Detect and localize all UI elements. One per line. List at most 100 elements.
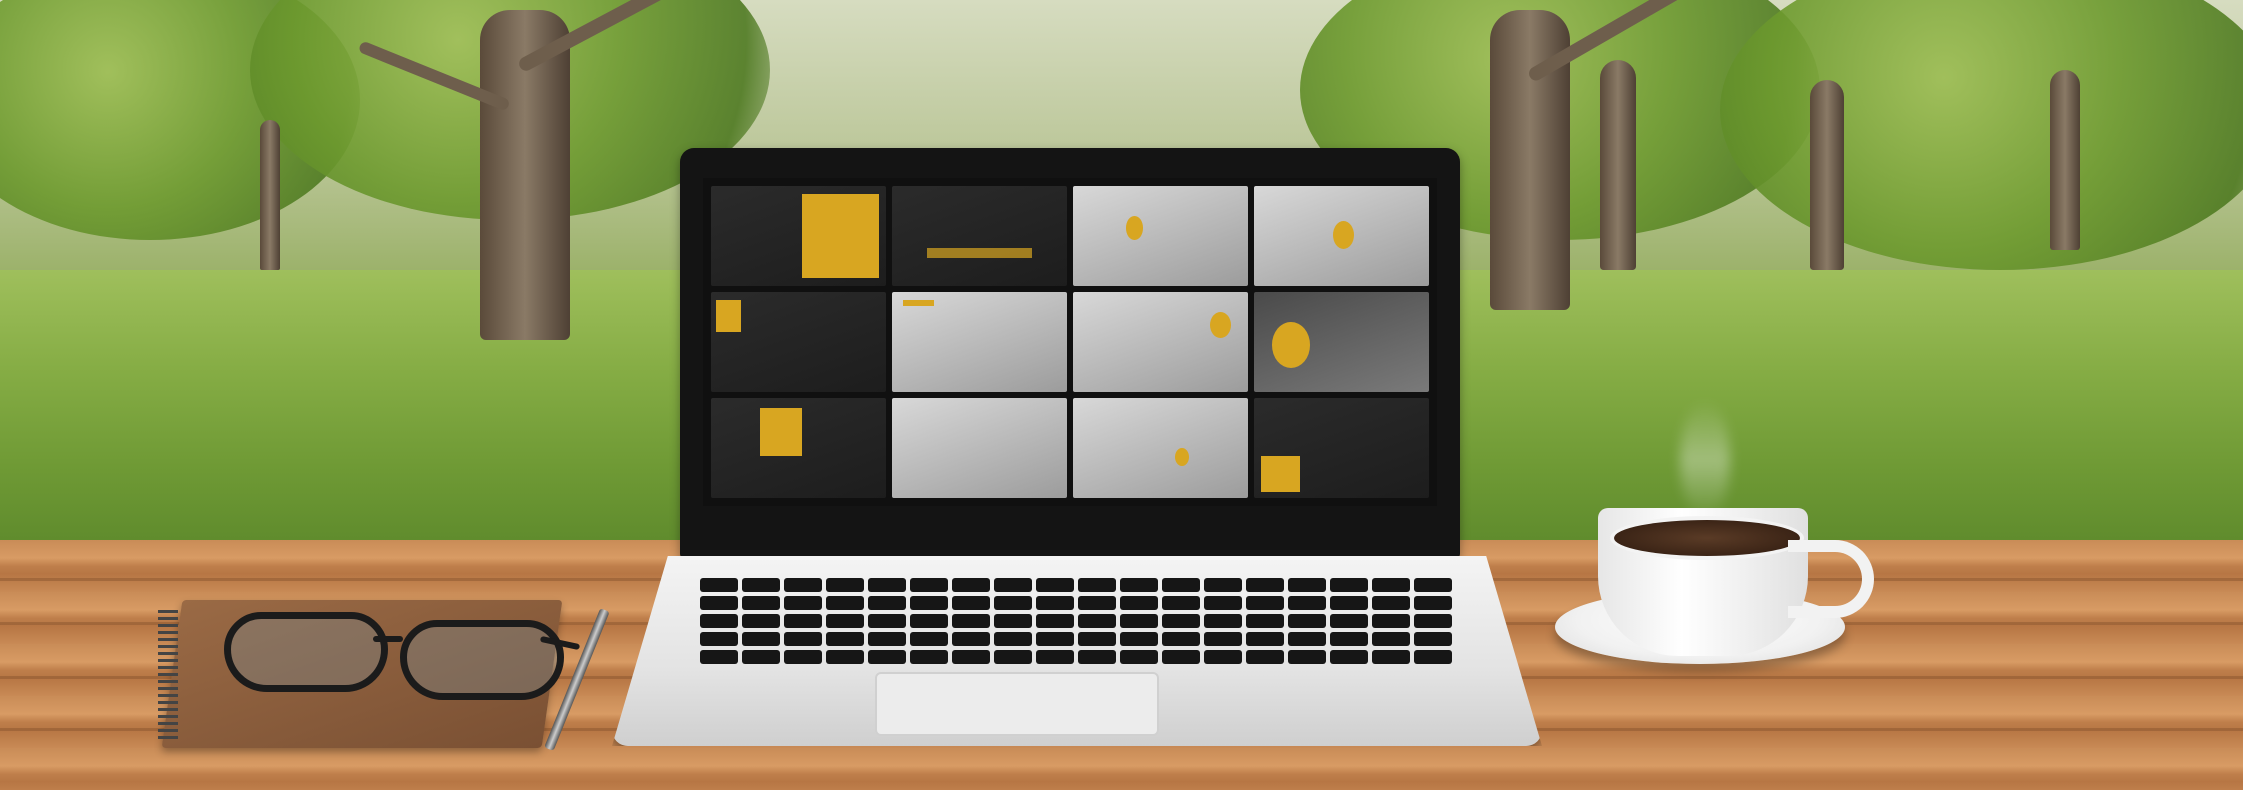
keyboard-key bbox=[910, 596, 948, 610]
keyboard-key bbox=[952, 632, 990, 646]
keyboard-key bbox=[1162, 578, 1200, 592]
keyboard-key bbox=[1162, 596, 1200, 610]
slide-accent bbox=[1125, 216, 1143, 240]
keyboard-key bbox=[1414, 614, 1452, 628]
keyboard-key bbox=[910, 614, 948, 628]
keyboard-key bbox=[742, 578, 780, 592]
slide-thumbnail[interactable] bbox=[892, 292, 1067, 392]
slide-thumbnail[interactable] bbox=[892, 398, 1067, 498]
slide-accent bbox=[760, 408, 802, 456]
keyboard-key bbox=[784, 596, 822, 610]
keyboard-key bbox=[1204, 632, 1242, 646]
keyboard-key bbox=[784, 632, 822, 646]
keyboard-key bbox=[952, 614, 990, 628]
slide-thumbnail[interactable] bbox=[1254, 186, 1429, 286]
keyboard-key bbox=[700, 650, 738, 664]
keyboard-key bbox=[826, 632, 864, 646]
keyboard-key bbox=[952, 596, 990, 610]
keyboard-key bbox=[1330, 614, 1368, 628]
keyboard-key bbox=[1120, 614, 1158, 628]
keyboard-key bbox=[1288, 578, 1326, 592]
laptop-screen bbox=[703, 178, 1437, 506]
keyboard-key bbox=[826, 596, 864, 610]
keyboard-key bbox=[868, 578, 906, 592]
keyboard-key bbox=[1330, 650, 1368, 664]
keyboard-key bbox=[1120, 578, 1158, 592]
keyboard-key bbox=[1120, 650, 1158, 664]
keyboard-key bbox=[1078, 614, 1116, 628]
keyboard-key bbox=[868, 632, 906, 646]
slide-thumbnail[interactable] bbox=[711, 186, 886, 286]
keyboard-key bbox=[868, 596, 906, 610]
keyboard-key bbox=[1162, 614, 1200, 628]
desk-scene bbox=[0, 0, 2243, 790]
slide-thumbnail[interactable] bbox=[1073, 292, 1248, 392]
keyboard-key bbox=[742, 632, 780, 646]
slide-thumbnail[interactable] bbox=[1073, 398, 1248, 498]
slide-accent bbox=[902, 300, 934, 306]
coffee bbox=[1610, 516, 1804, 560]
keyboard-key bbox=[1288, 632, 1326, 646]
keyboard-key bbox=[1330, 596, 1368, 610]
keyboard-key bbox=[910, 632, 948, 646]
keyboard-key bbox=[1078, 632, 1116, 646]
keyboard-key bbox=[742, 596, 780, 610]
keyboard-key bbox=[994, 650, 1032, 664]
slide-thumbnail[interactable] bbox=[1254, 292, 1429, 392]
cup-handle bbox=[1788, 540, 1874, 618]
slide-thumbnail[interactable] bbox=[1073, 186, 1248, 286]
slide-accent bbox=[716, 300, 741, 332]
keyboard-key bbox=[742, 650, 780, 664]
keyboard-key bbox=[1204, 578, 1242, 592]
keyboard-key bbox=[1414, 578, 1452, 592]
keyboard-key bbox=[1288, 596, 1326, 610]
keyboard-key bbox=[1330, 578, 1368, 592]
keyboard-key bbox=[1372, 578, 1410, 592]
slide-accent bbox=[927, 248, 1032, 258]
keyboard-key bbox=[1036, 578, 1074, 592]
keyboard-key bbox=[1204, 650, 1242, 664]
keyboard-key bbox=[1246, 632, 1284, 646]
keyboard-key bbox=[1372, 650, 1410, 664]
keyboard-key bbox=[1036, 614, 1074, 628]
laptop-keyboard bbox=[700, 578, 1452, 664]
keyboard-key bbox=[1246, 614, 1284, 628]
slide-thumbnail[interactable] bbox=[1254, 398, 1429, 498]
slide-thumbnail[interactable] bbox=[711, 398, 886, 498]
keyboard-key bbox=[1414, 596, 1452, 610]
keyboard-key bbox=[868, 614, 906, 628]
keyboard-key bbox=[994, 578, 1032, 592]
slide-accent bbox=[1209, 312, 1231, 338]
keyboard-key bbox=[784, 650, 822, 664]
tree-trunk bbox=[260, 120, 280, 270]
keyboard-key bbox=[1120, 596, 1158, 610]
laptop-trackpad[interactable] bbox=[875, 672, 1159, 736]
keyboard-key bbox=[1246, 650, 1284, 664]
keyboard-key bbox=[1120, 632, 1158, 646]
keyboard-key bbox=[1372, 614, 1410, 628]
keyboard-key bbox=[700, 596, 738, 610]
keyboard-key bbox=[700, 614, 738, 628]
keyboard-key bbox=[1330, 632, 1368, 646]
keyboard-key bbox=[994, 596, 1032, 610]
keyboard-key bbox=[868, 650, 906, 664]
keyboard-key bbox=[826, 578, 864, 592]
keyboard-key bbox=[700, 632, 738, 646]
tree-trunk bbox=[1600, 60, 1636, 270]
slide-thumbnail[interactable] bbox=[892, 186, 1067, 286]
slide-thumbnail[interactable] bbox=[711, 292, 886, 392]
keyboard-key bbox=[1204, 614, 1242, 628]
slide-accent bbox=[1261, 456, 1300, 492]
keyboard-key bbox=[1036, 596, 1074, 610]
slide-accent bbox=[802, 194, 879, 278]
keyboard-key bbox=[1036, 650, 1074, 664]
slide-accent bbox=[1332, 221, 1354, 249]
keyboard-key bbox=[1078, 596, 1116, 610]
glasses-bridge bbox=[373, 636, 403, 642]
keyboard-key bbox=[1246, 596, 1284, 610]
tree-trunk bbox=[1810, 80, 1844, 270]
keyboard-key bbox=[1078, 650, 1116, 664]
notebook-spiral bbox=[158, 610, 178, 740]
keyboard-key bbox=[994, 632, 1032, 646]
keyboard-key bbox=[1162, 650, 1200, 664]
